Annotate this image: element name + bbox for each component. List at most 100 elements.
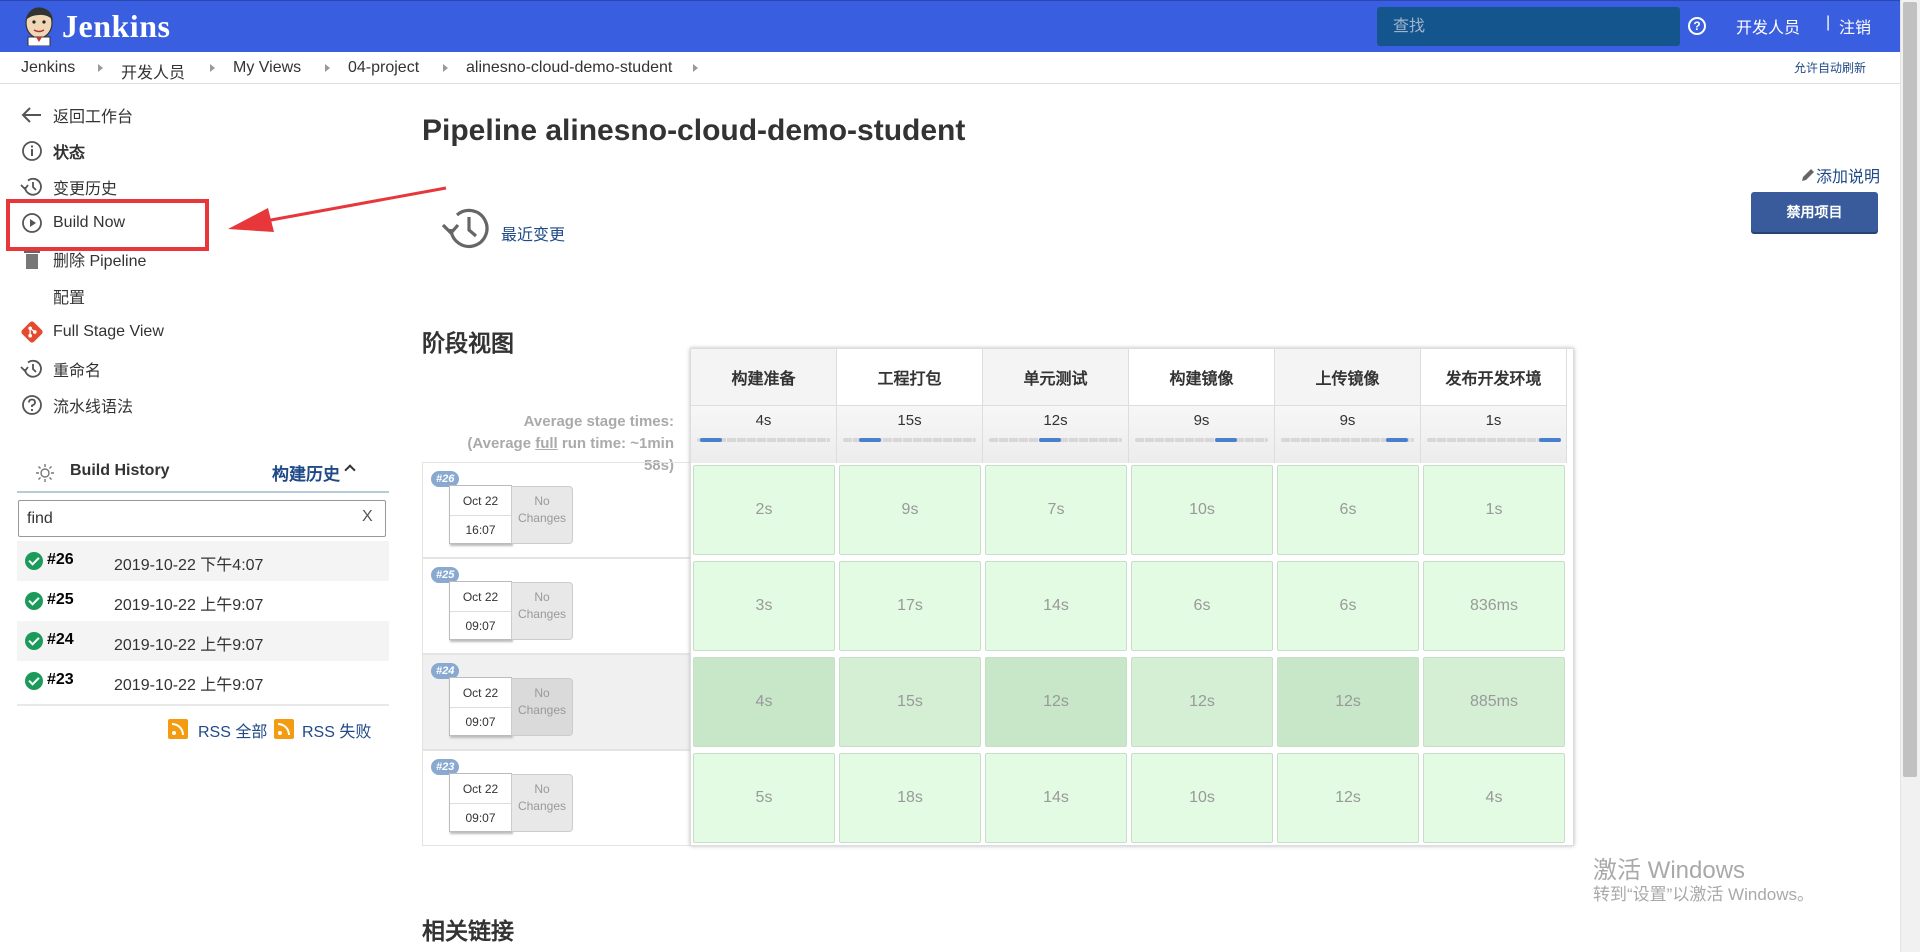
clear-filter-button[interactable]: X	[362, 508, 373, 526]
breadcrumb-separator[interactable]	[693, 64, 698, 72]
stage-cell[interactable]: 1s	[1423, 465, 1565, 555]
success-check-icon	[25, 632, 43, 650]
build-time-link[interactable]: 2019-10-22 下午4:07	[114, 551, 263, 575]
search-input[interactable]	[1377, 7, 1680, 46]
breadcrumb-separator[interactable]	[325, 64, 330, 72]
build-history-row[interactable]: #23 2019-10-22 上午9:07	[17, 661, 389, 701]
task-back-to-dashboard[interactable]: 返回工作台	[20, 101, 133, 129]
git-diamond-icon	[20, 320, 44, 344]
rss-failed-link[interactable]: RSS 失败	[302, 718, 371, 742]
task-label: 状态	[53, 145, 86, 162]
task-pipeline-syntax[interactable]: 流水线语法	[20, 391, 133, 419]
run-row[interactable]: #25 Oct 22 09:07 No Changes	[422, 558, 692, 654]
stage-cell[interactable]: 6s	[1277, 561, 1419, 651]
stage-cell[interactable]: 885ms	[1423, 657, 1565, 747]
stage-cell[interactable]: 3s	[693, 561, 835, 651]
disable-project-button[interactable]: 禁用项目	[1751, 192, 1878, 232]
run-row[interactable]: #26 Oct 22 16:07 No Changes	[422, 462, 692, 558]
build-history-row[interactable]: #26 2019-10-22 下午4:07	[17, 541, 389, 581]
build-time-link[interactable]: 2019-10-22 上午9:07	[114, 591, 263, 615]
stage-cell[interactable]: 12s	[1131, 657, 1273, 747]
build-history-row[interactable]: #24 2019-10-22 上午9:07	[17, 621, 389, 661]
breadcrumb-separator[interactable]	[443, 64, 448, 72]
logout-link[interactable]: 注销	[1839, 14, 1871, 38]
breadcrumb-project[interactable]: 04-project	[348, 59, 419, 77]
stage-cell[interactable]: 10s	[1131, 465, 1273, 555]
build-number-link[interactable]: #25	[47, 591, 74, 609]
breadcrumb-separator[interactable]	[98, 64, 103, 72]
breadcrumb-jenkins[interactable]: Jenkins	[21, 59, 75, 77]
build-number-link[interactable]: #26	[47, 551, 74, 569]
success-check-icon	[25, 552, 43, 570]
sun-icon	[36, 464, 54, 482]
run-date: Oct 22	[450, 686, 511, 708]
stage-cell[interactable]: 17s	[839, 561, 981, 651]
stage-cell[interactable]: 836ms	[1423, 561, 1565, 651]
build-time-link[interactable]: 2019-10-22 上午9:07	[114, 671, 263, 695]
breadcrumb-separator[interactable]	[210, 64, 215, 72]
task-label: 返回工作台	[53, 109, 134, 126]
stage-cell[interactable]: 10s	[1131, 753, 1273, 843]
build-filter-input[interactable]	[19, 501, 349, 536]
stage-cell[interactable]: 2s	[693, 465, 835, 555]
task-rename[interactable]: 重命名	[20, 355, 101, 383]
jenkins-logo[interactable]: Jenkins	[20, 6, 170, 46]
stage-average: 1s	[1421, 405, 1567, 463]
full-run-time-link[interactable]: full	[535, 435, 558, 452]
stage-cell[interactable]: 14s	[985, 561, 1127, 651]
page-title: Pipeline alinesno-cloud-demo-student	[422, 114, 966, 147]
no-changes-line-1: No	[534, 494, 550, 508]
stage-cell[interactable]: 12s	[985, 657, 1127, 747]
pencil-icon	[1802, 169, 1814, 181]
task-full-stage-view[interactable]: Full Stage View	[20, 318, 164, 346]
breadcrumb-job[interactable]: alinesno-cloud-demo-student	[466, 59, 672, 77]
stage-cell[interactable]: 9s	[839, 465, 981, 555]
build-number-link[interactable]: #24	[47, 631, 74, 649]
scrollbar-thumb[interactable]	[1903, 2, 1917, 777]
info-icon	[20, 139, 44, 163]
stage-cell[interactable]: 5s	[693, 753, 835, 843]
annotation-highlight-box	[6, 199, 209, 251]
build-time-link[interactable]: 2019-10-22 上午9:07	[114, 631, 263, 655]
stage-cell[interactable]: 12s	[1277, 657, 1419, 747]
run-date: Oct 22	[450, 782, 511, 804]
rss-icon[interactable]	[168, 719, 188, 739]
build-history-row[interactable]: #25 2019-10-22 上午9:07	[17, 581, 389, 621]
stage-cell[interactable]: 6s	[1131, 561, 1273, 651]
run-row[interactable]: #24 Oct 22 09:07 No Changes	[422, 654, 692, 750]
add-description-link[interactable]: 添加说明	[1800, 163, 1880, 187]
recent-changes-link[interactable]: 最近变更	[501, 221, 565, 245]
no-changes-box: No Changes	[511, 486, 573, 544]
stage-cell[interactable]: 12s	[1277, 753, 1419, 843]
stage-view-title: 阶段视图	[422, 330, 514, 356]
stage-cell[interactable]: 4s	[693, 657, 835, 747]
task-status[interactable]: 状态	[20, 137, 85, 165]
task-configure[interactable]: 配置	[20, 282, 85, 310]
run-row[interactable]: #23 Oct 22 09:07 No Changes	[422, 750, 692, 846]
build-number-link[interactable]: #23	[47, 671, 74, 689]
stage-progress-fill	[1539, 438, 1561, 442]
help-icon[interactable]: ?	[1688, 17, 1706, 35]
stage-progress-bar	[1427, 438, 1561, 442]
no-changes-box: No Changes	[511, 774, 573, 832]
rss-all-link[interactable]: RSS 全部	[198, 718, 267, 742]
stage-progress-fill	[700, 438, 722, 442]
stage-cell[interactable]: 14s	[985, 753, 1127, 843]
no-changes-line-1: No	[534, 782, 550, 796]
task-label: 重命名	[53, 363, 102, 380]
breadcrumb-my-views[interactable]: My Views	[233, 59, 301, 77]
avg-line-2: (Average full run time: ~1min	[430, 433, 674, 455]
rss-icon[interactable]	[274, 719, 294, 739]
breadcrumb-developer[interactable]: 开发人员	[121, 59, 185, 83]
stage-average: 9s	[1129, 405, 1275, 463]
stage-cell[interactable]: 6s	[1277, 465, 1419, 555]
task-changes[interactable]: 变更历史	[20, 173, 117, 201]
stage-cell[interactable]: 15s	[839, 657, 981, 747]
stage-cell[interactable]: 18s	[839, 753, 981, 843]
stage-cell[interactable]: 7s	[985, 465, 1127, 555]
run-date-card: Oct 22 09:07	[449, 581, 512, 640]
user-link[interactable]: 开发人员	[1736, 14, 1800, 38]
build-trend-link[interactable]: 构建历史	[272, 460, 340, 485]
auto-refresh-link[interactable]: 允许自动刷新	[1794, 59, 1866, 76]
stage-cell[interactable]: 4s	[1423, 753, 1565, 843]
